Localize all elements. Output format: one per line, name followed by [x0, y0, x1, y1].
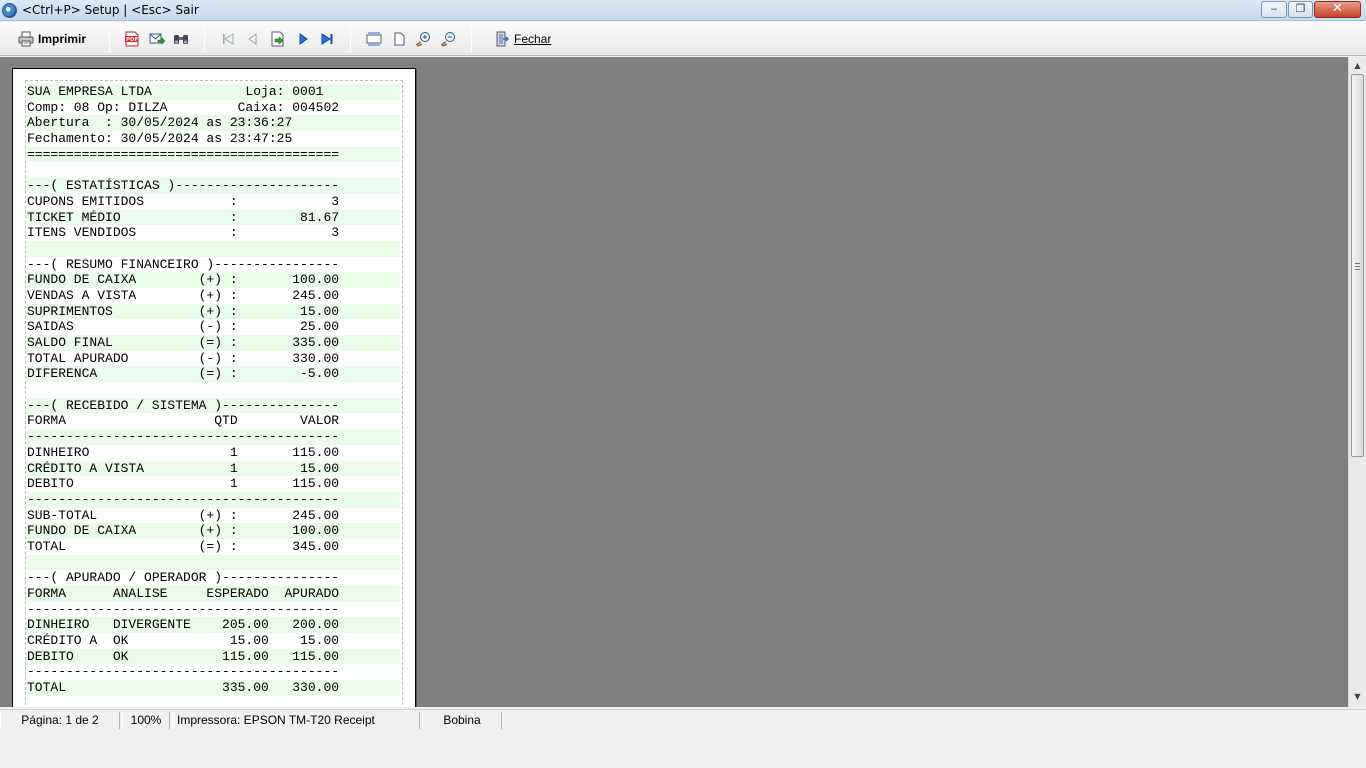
first-page-button[interactable] [219, 28, 237, 50]
receipt-line: Abertura : 30/05/2024 as 23:36:27 [26, 115, 400, 132]
export-pdf-button[interactable]: PDF [123, 28, 141, 50]
receipt-line [26, 382, 400, 398]
receipt-line: ---------------------------------------- [26, 664, 400, 681]
find-icon [173, 31, 189, 47]
previous-page-button[interactable] [244, 28, 262, 50]
whole-page-icon [391, 31, 407, 47]
email-export-button[interactable] [148, 28, 166, 50]
receipt-line: ---------------------------------------- [26, 429, 400, 445]
receipt-line: FORMA QTD VALOR [26, 413, 400, 430]
window-title: <Ctrl+P> Setup | <Esc> Sair [22, 3, 199, 17]
vertical-scrollbar[interactable]: ▲ ▼ [1348, 57, 1366, 707]
zoom-out-icon [440, 31, 456, 47]
receipt-line: CRÉDITO A VISTA 1 15.00 [26, 460, 400, 477]
receipt-line [26, 554, 400, 571]
next-page-button[interactable] [294, 28, 312, 50]
next-page-icon [295, 31, 311, 47]
receipt-line: DINHEIRO DIVERGENTE 205.00 200.00 [26, 617, 400, 634]
preview-toolbar: Imprimir PDF Fechar [0, 22, 1366, 56]
receipt-line: ---( RESUMO FINANCEIRO )---------------- [26, 256, 400, 273]
receipt-line: Comp: 08 Op: DILZA Caixa: 004502 [26, 99, 400, 116]
receipt-line: DEBITO OK 115.00 115.00 [26, 648, 400, 665]
scroll-down-arrow[interactable]: ▼ [1352, 691, 1363, 703]
first-page-icon [220, 31, 236, 47]
page-width-icon [366, 31, 382, 47]
receipt-line: ======================================== [26, 146, 400, 163]
receipt-line: TOTAL (=) : 345.00 [26, 538, 400, 555]
zoom-in-icon [415, 31, 431, 47]
printer-indicator: Impressora: EPSON TM-T20 Receipt [172, 712, 420, 729]
page-width-button[interactable] [365, 28, 383, 50]
zoom-indicator: 100% [122, 712, 170, 729]
app-icon [2, 3, 17, 18]
receipt-line: DIFERENCA (=) : -5.00 [26, 366, 400, 383]
receipt-line: ---------------------------------------- [26, 601, 400, 618]
print-label: Imprimir [38, 32, 87, 46]
receipt-line: CRÉDITO A OK 15.00 15.00 [26, 633, 400, 649]
receipt-line: ---------------------------------------- [26, 491, 400, 508]
window-bottom [0, 729, 1366, 768]
pdf-icon: PDF [124, 31, 140, 47]
receipt-line: VENDAS A VISTA (+) : 245.00 [26, 287, 400, 304]
find-button[interactable] [172, 28, 190, 50]
receipt-line: ---( ESTATÍSTICAS )--------------------- [26, 178, 400, 194]
receipt-line: FUNDO DE CAIXA (+) : 100.00 [26, 523, 400, 539]
status-bar: Página: 1 de 2 100% Impressora: EPSON TM… [0, 709, 1366, 729]
receipt-line: DEBITO 1 115.00 [26, 476, 400, 492]
close-window-button[interactable]: ✕ [1314, 1, 1361, 18]
receipt-line: CUPONS EMITIDOS : 3 [26, 193, 400, 210]
printer-icon [18, 31, 34, 47]
goto-page-icon [270, 31, 286, 47]
scroll-thumb[interactable] [1351, 74, 1364, 457]
close-preview-label: Fechar [514, 32, 552, 46]
receipt-line [26, 240, 400, 257]
receipt-line: TICKET MÉDIO : 81.67 [26, 209, 400, 226]
receipt-line: FUNDO DE CAIXA (+) : 100.00 [26, 272, 400, 288]
close-preview-button[interactable]: Fechar [494, 28, 551, 50]
maximize-button[interactable]: ❐ [1288, 1, 1313, 18]
report-page: SUA EMPRESA LTDA Loja: 0001 Comp: 08 Op: … [12, 68, 416, 707]
receipt-line [26, 162, 400, 179]
email-export-icon [149, 31, 166, 47]
receipt-line: SAIDAS (-) : 25.00 [26, 319, 400, 335]
receipt-line: SUA EMPRESA LTDA Loja: 0001 [26, 84, 400, 100]
goto-page-button[interactable] [269, 28, 287, 50]
zoom-in-button[interactable] [414, 28, 432, 50]
receipt-line: TOTAL APURADO (-) : 330.00 [26, 350, 400, 367]
zoom-out-button[interactable] [439, 28, 457, 50]
whole-page-button[interactable] [390, 28, 408, 50]
receipt-line: SUB-TOTAL (+) : 245.00 [26, 507, 400, 524]
last-page-icon [319, 31, 335, 47]
minimize-button[interactable]: ‒ [1261, 1, 1287, 18]
receipt-text: SUA EMPRESA LTDA Loja: 0001 Comp: 08 Op: … [26, 84, 400, 696]
previous-page-icon [245, 31, 261, 47]
receipt-line: SALDO FINAL (=) : 335.00 [26, 335, 400, 351]
page-indicator: Página: 1 de 2 [0, 712, 120, 729]
receipt-line: FORMA ANALISE ESPERADO APURADO [26, 586, 400, 602]
receipt-line: ITENS VENDIDOS : 3 [26, 225, 400, 241]
preview-area[interactable]: SUA EMPRESA LTDA Loja: 0001 Comp: 08 Op: … [0, 57, 1348, 707]
exit-door-icon [494, 31, 510, 47]
receipt-line: ---( RECEBIDO / SISTEMA )--------------- [26, 397, 400, 414]
receipt-line: ---( APURADO / OPERADOR )--------------- [26, 570, 400, 586]
print-button[interactable]: Imprimir [18, 28, 86, 50]
receipt-line: DINHEIRO 1 115.00 [26, 444, 400, 461]
last-page-button[interactable] [318, 28, 336, 50]
receipt-line: Fechamento: 30/05/2024 as 23:47:25 [26, 131, 400, 147]
scroll-up-arrow[interactable]: ▲ [1352, 60, 1363, 72]
title-bar: <Ctrl+P> Setup | <Esc> Sair ‒ ❐ ✕ [0, 0, 1366, 21]
paper-indicator: Bobina [422, 712, 502, 729]
receipt-line: TOTAL 335.00 330.00 [26, 680, 400, 696]
receipt-line: SUPRIMENTOS (+) : 15.00 [26, 303, 400, 320]
svg-text:PDF: PDF [126, 37, 139, 43]
